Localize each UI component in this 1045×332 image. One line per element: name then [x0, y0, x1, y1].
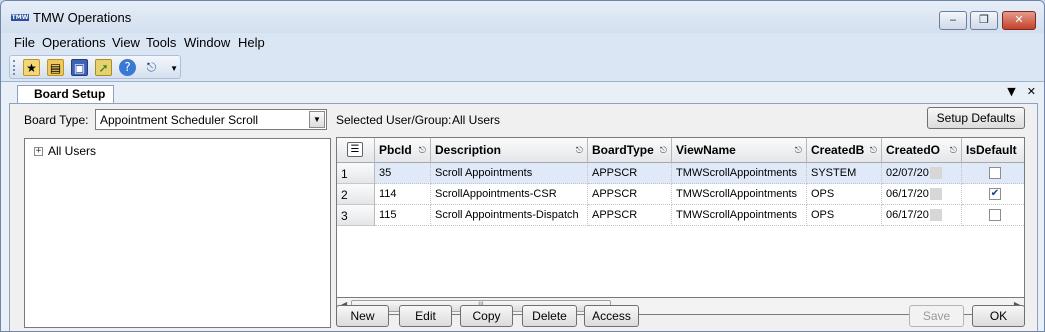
tab-board-setup[interactable]: Board Setup: [17, 85, 115, 103]
column-header-description[interactable]: Description ⎋: [431, 138, 588, 163]
mdi-area: Board Setup ▼ ✕ Board Type: Appointment …: [1, 81, 1044, 331]
cell-description[interactable]: ScrollAppointments-CSR: [431, 184, 588, 205]
toolbar: ★ ▤ ▣ ➚ ? ⎋ ▼: [9, 55, 181, 79]
column-header-boardtype[interactable]: BoardType ⎋: [588, 138, 672, 163]
isdefault-checkbox[interactable]: [989, 167, 1001, 179]
menu-tools[interactable]: Tools: [146, 35, 176, 50]
row-number[interactable]: 2: [337, 184, 375, 205]
cell-createdon[interactable]: 02/07/20: [882, 163, 962, 184]
chevron-down-icon[interactable]: ▼: [309, 111, 325, 128]
menu-file[interactable]: File: [14, 35, 35, 50]
save-icon[interactable]: ▣: [71, 59, 88, 76]
row-number[interactable]: 1: [337, 163, 375, 184]
toolbar-grip[interactable]: [13, 60, 15, 75]
table-row[interactable]: 2 114 ScrollAppointments-CSR APPSCR TMWS…: [337, 184, 1024, 205]
cell-viewname[interactable]: TMWScrollAppointments: [672, 184, 807, 205]
board-type-label: Board Type:: [24, 113, 89, 127]
row-number[interactable]: 3: [337, 205, 375, 226]
menu-window[interactable]: Window: [184, 35, 230, 50]
exit-icon[interactable]: ⎋: [143, 59, 160, 76]
cell-isdefault[interactable]: ✔: [962, 184, 1024, 205]
minimize-button[interactable]: –: [939, 11, 967, 30]
cell-viewname[interactable]: TMWScrollAppointments: [672, 163, 807, 184]
edit-button[interactable]: Edit: [399, 305, 452, 327]
new-icon[interactable]: ★: [23, 59, 40, 76]
copy-button[interactable]: Copy: [460, 305, 513, 327]
title-bar: TMW TMW Operations – ❐ ✕: [1, 1, 1044, 33]
mdi-controls: ▼ ✕: [999, 85, 1036, 98]
save-button[interactable]: Save: [909, 305, 964, 327]
cell-isdefault[interactable]: [962, 163, 1024, 184]
cell-boardtype[interactable]: APPSCR: [588, 205, 672, 226]
selected-group-value: All Users: [452, 113, 501, 127]
setup-defaults-label: Setup Defaults: [936, 111, 1016, 125]
access-button[interactable]: Access: [584, 305, 639, 327]
new-button[interactable]: New: [336, 305, 389, 327]
column-header-createdon[interactable]: CreatedO ⎋: [882, 138, 962, 163]
app-window: TMW TMW Operations – ❐ ✕ File Operations…: [0, 0, 1045, 332]
window-title: TMW Operations: [33, 10, 132, 25]
mdi-dropdown-icon[interactable]: ▼: [1007, 85, 1015, 98]
isdefault-checkbox[interactable]: [989, 209, 1001, 221]
table-row[interactable]: 1 35 Scroll Appointments APPSCR TMWScrol…: [337, 163, 1024, 184]
toolbar-overflow-icon[interactable]: ▼: [170, 64, 178, 73]
delete-button[interactable]: Delete: [522, 305, 577, 327]
column-header-viewname[interactable]: ViewName ⎋: [672, 138, 807, 163]
grid-corner[interactable]: ☰: [337, 138, 375, 163]
cell-viewname[interactable]: TMWScrollAppointments: [672, 205, 807, 226]
column-header-createdby[interactable]: CreatedB ⎋: [807, 138, 882, 163]
pin-icon[interactable]: ⎋: [576, 138, 583, 162]
mdi-close-icon[interactable]: ✕: [1027, 85, 1036, 98]
help-icon[interactable]: ?: [119, 59, 136, 76]
board-setup-panel: Board Type: Appointment Scheduler Scroll…: [9, 103, 1038, 331]
pin-icon[interactable]: ⎋: [419, 138, 426, 162]
pin-icon[interactable]: ⎋: [660, 138, 667, 162]
app-logo-icon: TMW: [11, 14, 29, 21]
setup-defaults-button[interactable]: Setup Defaults: [927, 107, 1025, 129]
menu-help[interactable]: Help: [238, 35, 265, 50]
cell-createdby[interactable]: SYSTEM: [807, 163, 882, 184]
menu-operations[interactable]: Operations: [42, 35, 106, 50]
cell-pbcid[interactable]: 114: [375, 184, 431, 205]
boards-grid[interactable]: ☰ PbcId ⎋ Description ⎋ BoardType ⎋ ViewNam…: [336, 137, 1025, 298]
isdefault-checkbox[interactable]: ✔: [989, 188, 1001, 200]
cell-createdby[interactable]: OPS: [807, 184, 882, 205]
cell-createdon[interactable]: 06/17/20: [882, 205, 962, 226]
menu-bar: File Operations View Tools Window Help: [1, 33, 1044, 53]
cell-boardtype[interactable]: APPSCR: [588, 163, 672, 184]
cell-createdby[interactable]: OPS: [807, 205, 882, 226]
pin-icon[interactable]: ⎋: [870, 138, 877, 162]
pin-icon[interactable]: ⎋: [795, 138, 802, 162]
restore-button[interactable]: ❐: [970, 11, 998, 30]
cell-createdon[interactable]: 06/17/20: [882, 184, 962, 205]
cell-isdefault[interactable]: [962, 205, 1024, 226]
menu-view[interactable]: View: [112, 35, 140, 50]
expand-icon[interactable]: +: [34, 147, 43, 156]
pin-icon[interactable]: ⎋: [950, 138, 957, 162]
cell-boardtype[interactable]: APPSCR: [588, 184, 672, 205]
user-tree[interactable]: + All Users: [24, 138, 331, 328]
column-header-isdefault[interactable]: IsDefault: [962, 138, 1024, 163]
export-icon[interactable]: ➚: [95, 59, 112, 76]
cell-description[interactable]: Scroll Appointments: [431, 163, 588, 184]
board-type-value: Appointment Scheduler Scroll: [100, 113, 259, 127]
ok-button[interactable]: OK: [972, 305, 1025, 327]
cell-pbcid[interactable]: 115: [375, 205, 431, 226]
board-type-select[interactable]: Appointment Scheduler Scroll ▼: [95, 109, 327, 130]
open-icon[interactable]: ▤: [47, 59, 64, 76]
cell-pbcid[interactable]: 35: [375, 163, 431, 184]
close-button[interactable]: ✕: [1002, 11, 1036, 30]
column-header-pbcid[interactable]: PbcId ⎋: [375, 138, 431, 163]
tree-item-all-users[interactable]: All Users: [48, 144, 96, 158]
cell-description[interactable]: Scroll Appointments-Dispatch: [431, 205, 588, 226]
selected-group-label: Selected User/Group:: [336, 113, 452, 127]
column-chooser-icon[interactable]: ☰: [347, 142, 363, 157]
table-row[interactable]: 3 115 Scroll Appointments-Dispatch APPSC…: [337, 205, 1024, 226]
